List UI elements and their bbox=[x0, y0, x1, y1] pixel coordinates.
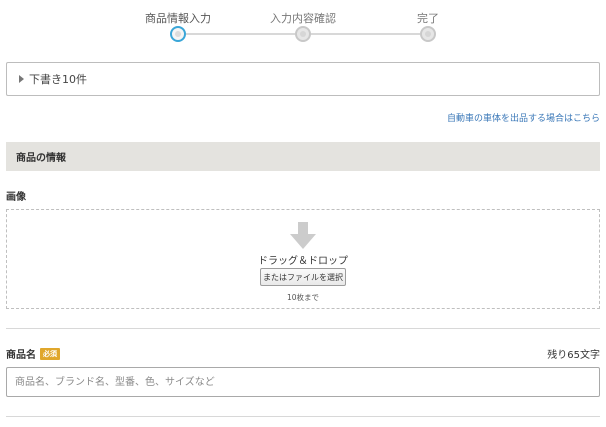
drop-instruction: ドラッグ＆ドロップ bbox=[258, 256, 348, 267]
step-1-indicator bbox=[170, 26, 186, 42]
car-listing-link[interactable]: 自動車の車体を出品する場合はこちら bbox=[447, 111, 600, 124]
step-1-label: 商品情報入力 bbox=[145, 12, 211, 25]
divider bbox=[6, 328, 600, 329]
step-connector-1 bbox=[186, 33, 295, 35]
product-name-input[interactable] bbox=[6, 367, 600, 397]
image-heading: 画像 bbox=[6, 192, 26, 203]
step-connector-2 bbox=[311, 33, 420, 35]
download-arrow-icon bbox=[290, 222, 316, 249]
caret-right-icon bbox=[19, 75, 24, 83]
image-limit-text: 10枚まで bbox=[286, 293, 320, 302]
step-2-indicator bbox=[295, 26, 311, 42]
product-name-label: 商品名 bbox=[6, 350, 36, 361]
progress-stepper: 商品情報入力 入力内容確認 完了 bbox=[0, 8, 606, 48]
step-3-label: 完了 bbox=[417, 12, 439, 25]
remaining-char-count: 残り65文字 bbox=[547, 350, 600, 361]
section-header: 商品の情報 bbox=[6, 142, 600, 171]
drafts-toggle[interactable]: 下書き10件 bbox=[6, 62, 600, 96]
step-3-indicator bbox=[420, 26, 436, 42]
product-name-label-group: 商品名 必須 bbox=[6, 346, 60, 361]
image-dropzone[interactable]: ドラッグ＆ドロップ またはファイルを選択 10枚まで bbox=[6, 209, 600, 309]
step-2-label: 入力内容確認 bbox=[270, 12, 336, 25]
select-file-button[interactable]: またはファイルを選択 bbox=[260, 268, 346, 286]
section-title: 商品の情報 bbox=[16, 153, 66, 164]
required-badge: 必須 bbox=[40, 347, 60, 360]
drafts-label: 下書き10件 bbox=[29, 73, 87, 86]
divider bbox=[6, 416, 600, 417]
